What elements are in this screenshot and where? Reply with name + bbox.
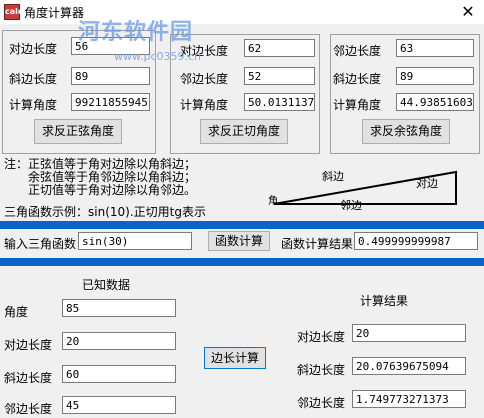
known-data-title: 已知数据 (82, 278, 131, 292)
app-icon: calc (4, 4, 23, 20)
watermark-url: www.pc0359.cn (114, 50, 202, 63)
arcsin-angle-output[interactable]: 99211855945 (71, 93, 150, 111)
arctan-adjacent-label: 邻边长度 (180, 72, 229, 86)
known-angle-input[interactable]: 85 (62, 299, 176, 317)
triangle-hypotenuse-label: 斜边 (322, 170, 344, 183)
arctan-angle-output[interactable]: 50.013113756 (244, 93, 315, 111)
result-hypotenuse-output[interactable]: 20.07639675094 (352, 357, 466, 375)
arctan-adjacent-input[interactable]: 52 (244, 67, 315, 85)
arccos-hypotenuse-input[interactable]: 89 (396, 67, 474, 85)
result-opposite-output[interactable]: 20 (352, 324, 466, 342)
bottom-accent-bar (0, 258, 484, 266)
known-adjacent-label: 邻边长度 (4, 402, 53, 416)
function-input[interactable]: sin(30) (78, 232, 192, 250)
watermark-logo: 河东软件园 (78, 20, 194, 45)
arcsin-opposite-label: 对边长度 (9, 42, 58, 56)
known-adjacent-input[interactable]: 45 (62, 396, 176, 414)
arccos-adjacent-input[interactable]: 63 (396, 39, 474, 57)
close-button[interactable]: ✕ (452, 0, 484, 24)
example-text: 三角函数示例：sin(10).正切用tg表示 (4, 205, 206, 219)
arctan-angle-label: 计算角度 (180, 98, 229, 112)
known-angle-label: 角度 (4, 305, 29, 319)
arccos-hypotenuse-label: 斜边长度 (333, 72, 382, 86)
triangle-adjacent-label: 邻边 (340, 199, 362, 212)
function-result-label: 函数计算结果 (281, 237, 354, 251)
window-title: 角度计算器 (24, 6, 85, 20)
result-adjacent-output[interactable]: 1.749773271373 (352, 390, 466, 408)
result-hypotenuse-label: 斜边长度 (297, 363, 346, 377)
triangle-opposite-label: 对边 (416, 177, 438, 190)
function-result-output[interactable]: 0.499999999987 (354, 232, 478, 250)
function-calc-button[interactable]: 函数计算 (208, 231, 270, 251)
note-tangent: 正切值等于角对边除以角邻边。 (28, 183, 197, 197)
arcsin-hypotenuse-label: 斜边长度 (9, 72, 58, 86)
arctan-opposite-input[interactable]: 62 (244, 39, 315, 57)
function-input-label: 输入三角函数 (4, 237, 77, 251)
side-length-calc-button[interactable]: 边长计算 (204, 347, 266, 369)
known-opposite-input[interactable]: 20 (62, 332, 176, 350)
arccos-adjacent-label: 邻边长度 (333, 44, 382, 58)
known-opposite-label: 对边长度 (4, 338, 53, 352)
arccos-angle-label: 计算角度 (333, 98, 382, 112)
result-opposite-label: 对边长度 (297, 330, 346, 344)
known-hypotenuse-input[interactable]: 60 (62, 365, 176, 383)
known-hypotenuse-label: 斜边长度 (4, 371, 53, 385)
arcsin-button[interactable]: 求反正弦角度 (34, 119, 122, 144)
arctan-button[interactable]: 求反正切角度 (200, 119, 288, 144)
triangle-angle-label: 角 (268, 196, 278, 207)
results-title: 计算结果 (360, 294, 409, 308)
result-adjacent-label: 邻边长度 (297, 396, 346, 410)
arcsin-hypotenuse-input[interactable]: 89 (71, 67, 150, 85)
arccos-angle-output[interactable]: 44.93851603 (396, 93, 474, 111)
arccos-button[interactable]: 求反余弦角度 (362, 119, 450, 144)
top-accent-bar (0, 221, 484, 229)
arcsin-angle-label: 计算角度 (9, 98, 58, 112)
